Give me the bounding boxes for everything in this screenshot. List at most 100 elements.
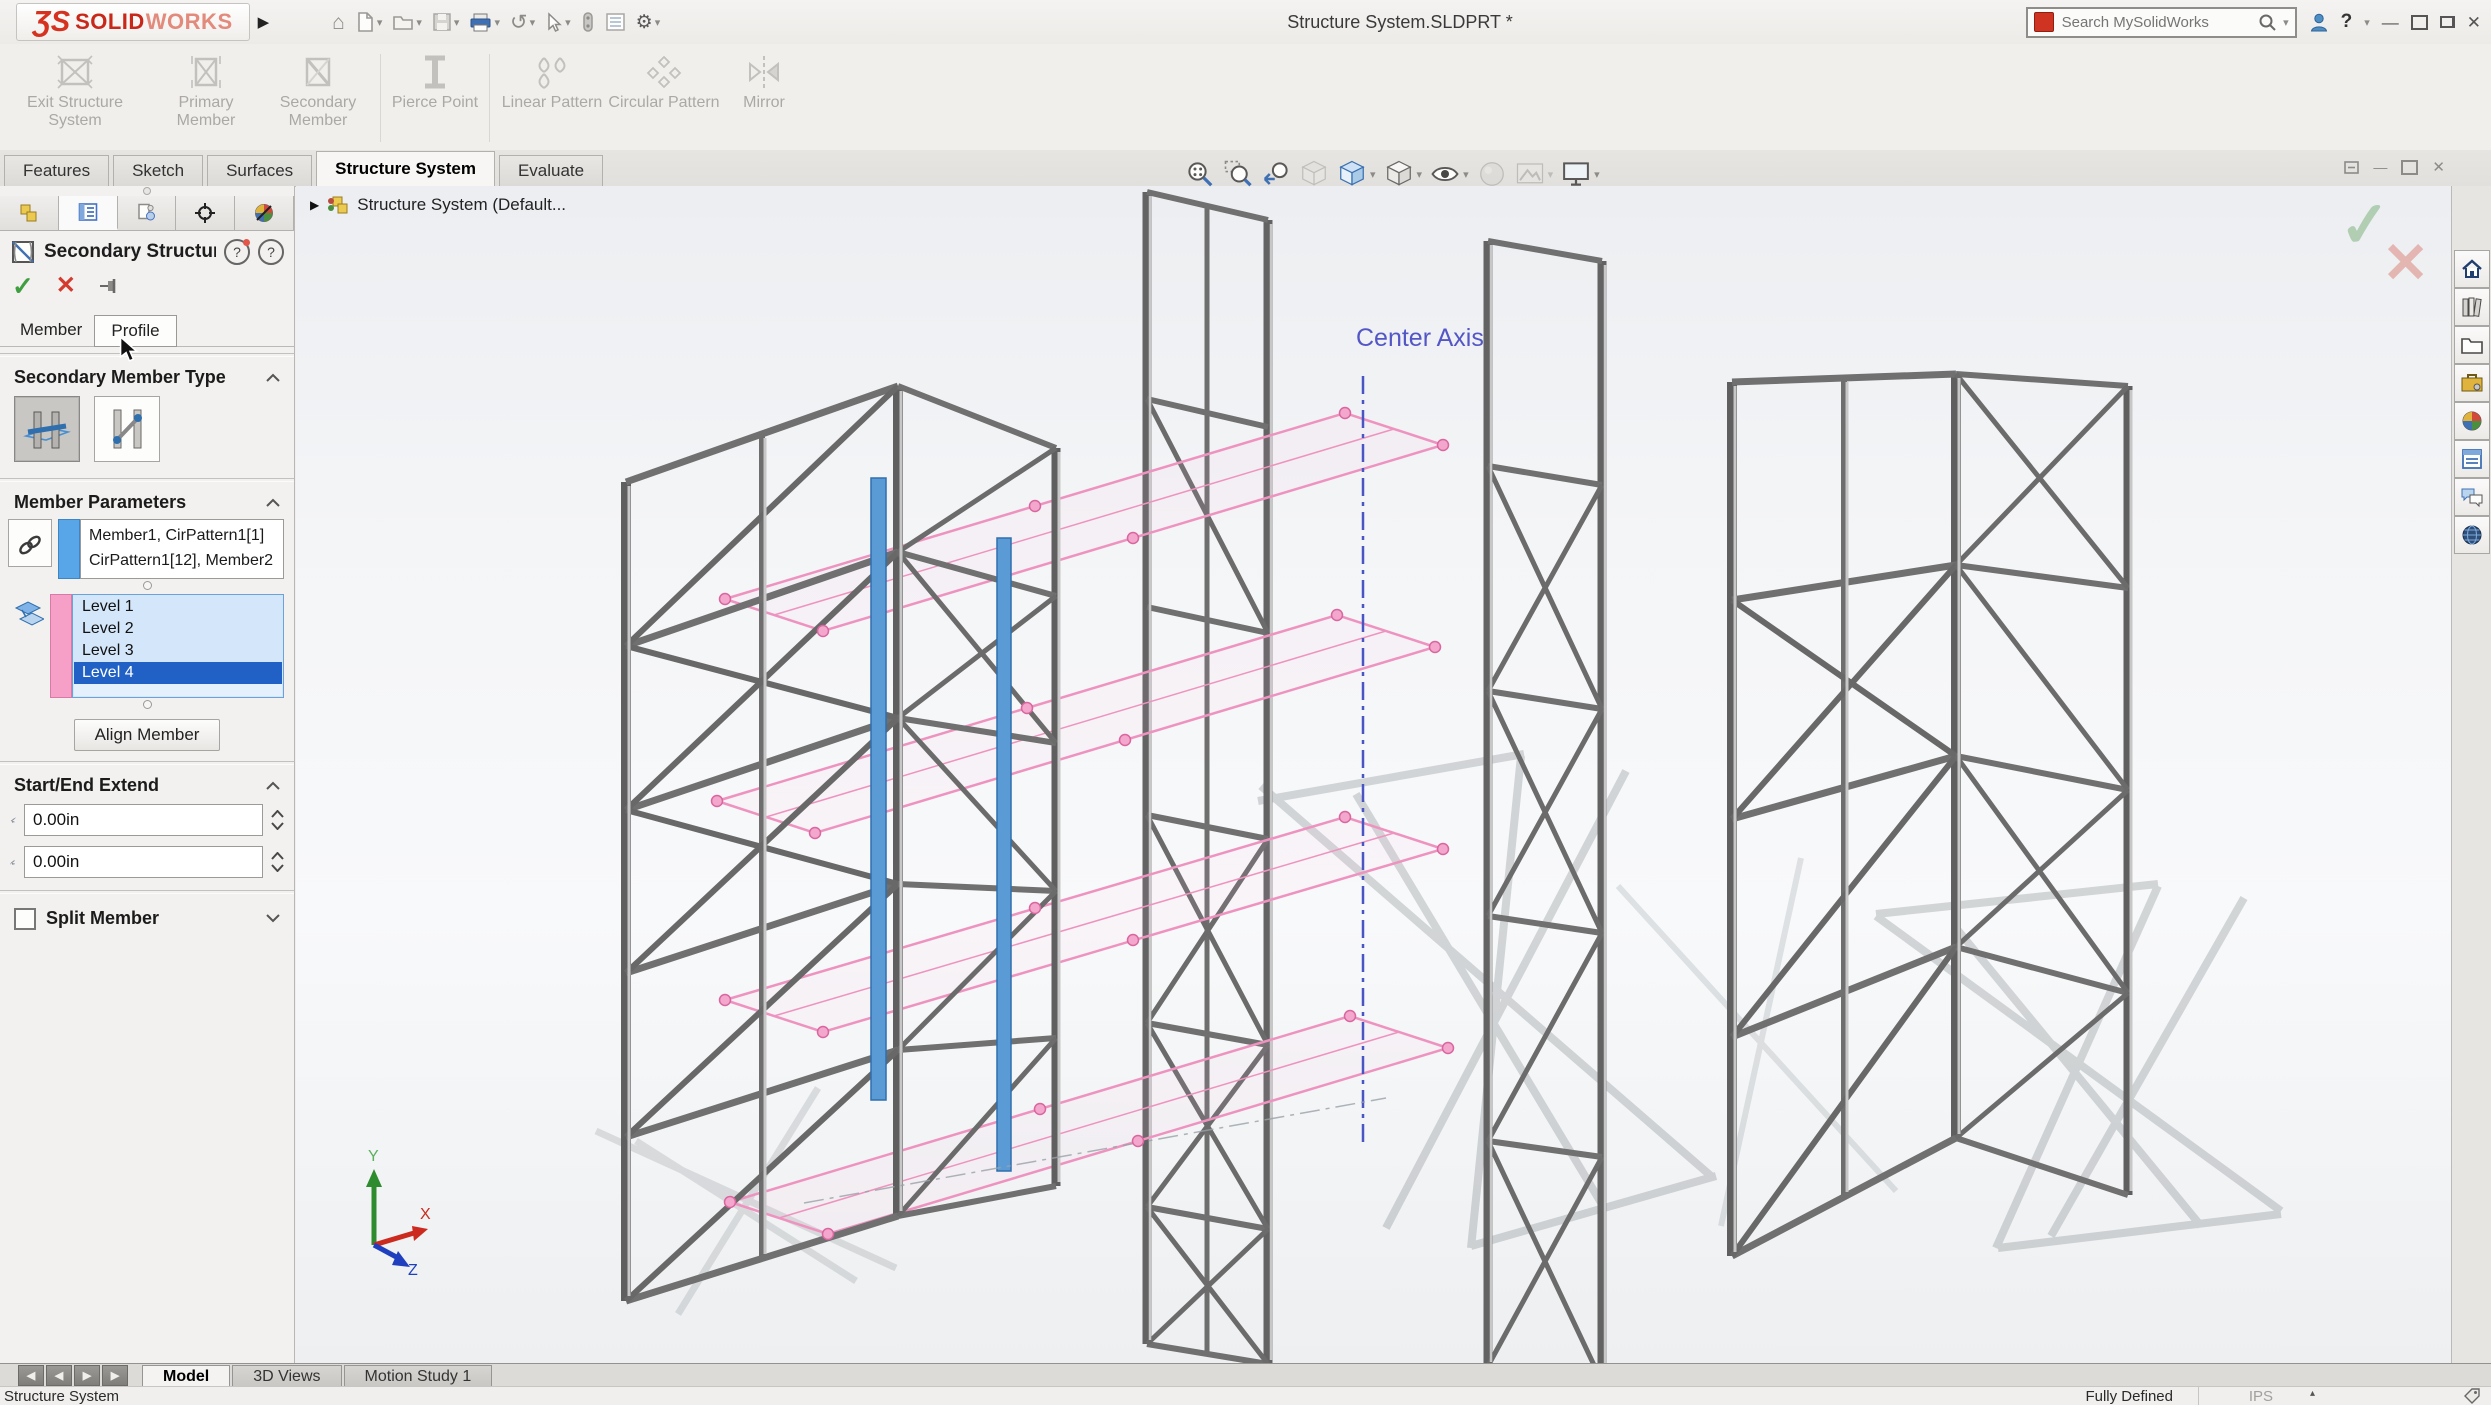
apply-scene-button[interactable]: ▾	[1515, 159, 1554, 189]
end-extend-stepper[interactable]	[271, 852, 284, 872]
exit-structure-system-button[interactable]: Exit Structure System	[0, 54, 150, 131]
zoom-to-area-button[interactable]	[1223, 159, 1253, 189]
resources-tab[interactable]	[2454, 516, 2490, 554]
options-button[interactable]: ⚙▾	[633, 11, 664, 34]
appearances-tab[interactable]	[2454, 402, 2490, 440]
solidworks-logo[interactable]: ƷS SOLID WORKS	[16, 3, 250, 41]
menu-flyout-arrow-icon[interactable]: ▶	[258, 13, 270, 31]
secondary-member-type-header[interactable]: Secondary Member Type	[0, 363, 294, 392]
nav-next-button[interactable]: ▶	[74, 1365, 100, 1386]
list-resize-handle[interactable]	[0, 579, 294, 592]
whats-new-help-icon[interactable]: ?	[224, 239, 250, 265]
feature-manager-tab[interactable]	[0, 196, 59, 230]
print-button[interactable]: ▾	[466, 10, 503, 35]
custom-properties-tab[interactable]	[2454, 440, 2490, 478]
tag-editor-icon[interactable]	[2463, 1388, 2481, 1404]
tab-3d-views[interactable]: 3D Views	[232, 1365, 341, 1387]
hide-show-items-button[interactable]: ▾	[1430, 159, 1469, 189]
split-member-checkbox[interactable]	[14, 908, 36, 930]
properties-button[interactable]	[602, 10, 629, 34]
confirmation-cancel-icon[interactable]: ✕	[2382, 230, 2429, 296]
minimize-button[interactable]: —	[2382, 14, 2399, 31]
tab-sketch[interactable]: Sketch	[113, 155, 203, 186]
new-document-button[interactable]: ▾	[352, 9, 386, 35]
member-selection-list[interactable]: Member1, CirPattern1[1] CirPattern1[12],…	[80, 519, 284, 579]
edit-appearance-button[interactable]	[1477, 159, 1507, 189]
display-style-button[interactable]: ▾	[1384, 159, 1423, 189]
between-points-member-button[interactable]	[94, 396, 160, 462]
toolbox-tab[interactable]	[2454, 364, 2490, 402]
help-button[interactable]: ?	[2341, 11, 2353, 33]
start-extend-stepper[interactable]	[271, 810, 284, 830]
help-icon[interactable]: ?	[258, 239, 284, 265]
units-dropdown-icon[interactable]: ▴	[2310, 1388, 2315, 1399]
close-button[interactable]: ✕	[2467, 14, 2481, 31]
level-item-empty[interactable]	[74, 684, 282, 696]
support-plane-member-button[interactable]	[14, 396, 80, 462]
configuration-manager-tab[interactable]	[118, 196, 177, 230]
nav-first-button[interactable]: ◀	[18, 1365, 44, 1386]
cascade-windows-button[interactable]	[2440, 16, 2455, 28]
section-view-button[interactable]	[1299, 159, 1329, 189]
doc-restore-icon[interactable]	[2401, 160, 2418, 175]
ok-button[interactable]: ✓	[12, 273, 34, 299]
level-item[interactable]: Level 3	[74, 640, 282, 662]
member-tab[interactable]: Member	[14, 314, 88, 346]
secondary-member-button[interactable]: Secondary Member	[262, 54, 374, 131]
dimxpert-manager-tab[interactable]	[176, 196, 235, 230]
member-parameters-header[interactable]: Member Parameters	[0, 488, 294, 517]
view-settings-button[interactable]: ▾	[1561, 159, 1600, 189]
property-manager-tab[interactable]	[59, 196, 118, 230]
search-input[interactable]	[2060, 13, 2252, 32]
expand-chevron-icon[interactable]	[266, 914, 280, 923]
nav-last-button[interactable]: ▶	[102, 1365, 128, 1386]
open-button[interactable]: ▾	[389, 10, 425, 34]
selection-item[interactable]: Member1, CirPattern1[1]	[89, 524, 275, 549]
tab-motion-study-1[interactable]: Motion Study 1	[344, 1365, 493, 1387]
tab-surfaces[interactable]: Surfaces	[207, 155, 312, 186]
previous-view-button[interactable]	[1261, 159, 1291, 189]
doc-minimize-icon[interactable]: —	[2373, 159, 2387, 175]
feature-tree-root[interactable]: Structure System (Default...	[357, 195, 566, 215]
forum-tab[interactable]	[2454, 478, 2490, 516]
linear-pattern-button[interactable]: Linear Pattern	[496, 54, 608, 112]
level-item[interactable]: Level 2	[74, 618, 282, 640]
restore-button[interactable]	[2411, 15, 2428, 30]
panel-grip[interactable]	[0, 186, 294, 196]
nav-prev-button[interactable]: ◀	[46, 1365, 72, 1386]
tab-model[interactable]: Model	[142, 1365, 230, 1387]
circular-pattern-button[interactable]: Circular Pattern	[608, 54, 720, 112]
file-explorer-tab[interactable]	[2454, 326, 2490, 364]
pierce-point-button[interactable]: Pierce Point	[387, 54, 483, 112]
link-pattern-button[interactable]	[8, 519, 52, 567]
tab-evaluate[interactable]: Evaluate	[499, 155, 603, 186]
graphics-viewport[interactable]: Center Axis ▶ Structure System (Default.…	[296, 186, 2451, 1363]
search-box[interactable]: ▾	[2026, 7, 2297, 38]
home-button[interactable]: ⌂	[329, 10, 348, 35]
search-icon[interactable]	[2258, 13, 2277, 32]
tree-expand-arrow[interactable]: ▶	[310, 198, 319, 212]
primary-member-button[interactable]: Primary Member	[150, 54, 262, 131]
list-resize-handle[interactable]	[0, 698, 294, 711]
user-account-icon[interactable]	[2309, 12, 2329, 33]
zoom-to-fit-button[interactable]	[1185, 159, 1215, 189]
selection-item[interactable]: CirPattern1[12], Member2	[89, 549, 275, 574]
levels-list[interactable]: Level 1 Level 2 Level 3 Level 4	[72, 594, 284, 698]
save-button[interactable]: ▾	[429, 10, 463, 34]
pin-icon[interactable]	[98, 277, 120, 295]
level-item[interactable]: Level 1	[74, 596, 282, 618]
home-tab[interactable]	[2454, 250, 2490, 288]
tab-structure-system[interactable]: Structure System	[316, 151, 495, 186]
design-library-tab[interactable]	[2454, 288, 2490, 326]
display-manager-tab[interactable]	[235, 196, 294, 230]
units-selector[interactable]: IPS	[2249, 1388, 2273, 1405]
start-extend-input[interactable]	[24, 804, 263, 836]
cancel-button[interactable]: ✕	[56, 274, 76, 298]
end-extend-input[interactable]	[24, 846, 263, 878]
undo-button[interactable]: ↺▾	[507, 10, 538, 35]
align-member-button[interactable]: Align Member	[74, 719, 221, 751]
search-dropdown-icon[interactable]: ▾	[2283, 16, 2289, 29]
mirror-button[interactable]: Mirror	[720, 54, 808, 112]
start-end-extend-header[interactable]: Start/End Extend	[0, 771, 294, 800]
tab-features[interactable]: Features	[4, 155, 109, 186]
